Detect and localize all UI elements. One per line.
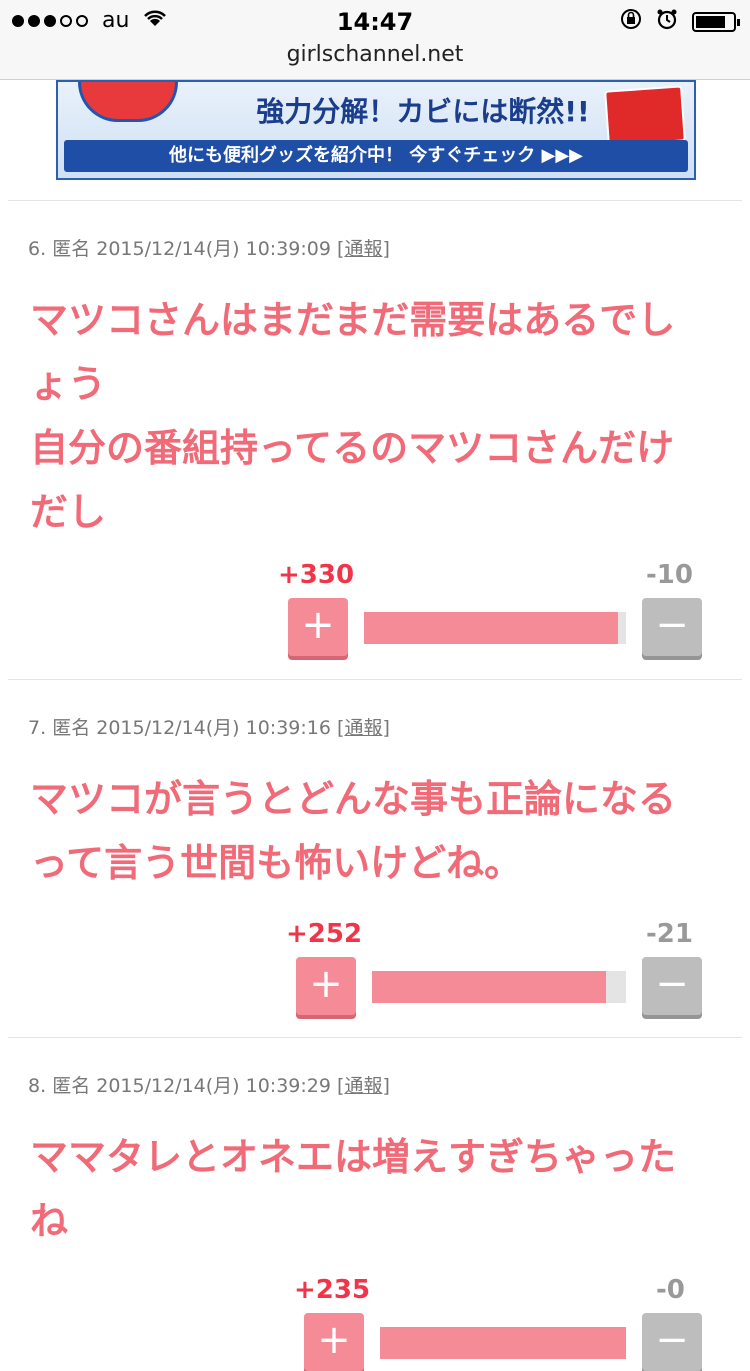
comment-author: 匿名 — [52, 238, 91, 260]
product-image — [604, 85, 686, 147]
address-bar-url[interactable]: girlschannel.net — [0, 42, 750, 67]
vote-ratio-bar — [380, 1327, 626, 1359]
minus-count: -21 — [646, 919, 693, 949]
vote-ratio-bar — [372, 971, 626, 1003]
comment-meta: 6. 匿名 2015/12/14(月) 10:39:09 [通報] — [28, 238, 390, 260]
comment-item: 6. 匿名 2015/12/14(月) 10:39:09 [通報] マツコさんは… — [0, 200, 750, 680]
plus-count: +252 — [286, 919, 363, 949]
banner-cta[interactable]: 他にも便利グッズを紹介中！ 今すぐチェック ▶▶▶ — [64, 140, 688, 172]
comment-number: 8. — [28, 1075, 47, 1097]
report-link[interactable]: 通報 — [344, 717, 382, 739]
comment-line: マツコが言うとどんな事も正論になる — [30, 777, 677, 821]
comment-line: 自分の番組持ってるのマツコさんだけ — [30, 426, 675, 470]
comment-author: 匿名 — [52, 1075, 91, 1097]
comment-datetime: 2015/12/14(月) 10:39:16 — [96, 717, 331, 739]
minus-count: -10 — [646, 560, 693, 590]
comment-item: 8. 匿名 2015/12/14(月) 10:39:29 [通報] ママタレとオ… — [0, 1037, 750, 1371]
comment-line: って言う世間も怖いけどね。 — [30, 841, 523, 885]
banner-headline: 強力分解！カビには断然!! — [256, 95, 590, 128]
plus-count: +330 — [278, 560, 355, 590]
plus-button[interactable]: + — [296, 957, 356, 1015]
comment-body: ママタレとオネエは増えすぎちゃった ね — [30, 1125, 720, 1253]
vote-ratio-fill — [372, 971, 606, 1003]
comment-number: 7. — [28, 717, 47, 739]
status-bar: au 14:47 girlschannel.net — [0, 0, 750, 80]
brand-logo — [78, 82, 178, 122]
comment-line: マツコさんはまだまだ需要はあるでし — [30, 298, 676, 342]
comment-line: だし — [30, 490, 107, 534]
comment-meta: 8. 匿名 2015/12/14(月) 10:39:29 [通報] — [28, 1075, 390, 1097]
vote-ratio-fill — [380, 1327, 626, 1359]
vote-ratio-fill — [364, 612, 619, 644]
rotation-lock-icon — [620, 8, 642, 35]
report-link[interactable]: 通報 — [344, 238, 382, 260]
status-icons — [620, 8, 740, 35]
comment-line: ね — [30, 1199, 69, 1243]
comment-body: マツコさんはまだまだ需要はあるでし ょう 自分の番組持ってるのマツコさんだけ だ… — [30, 288, 720, 544]
minus-count: -0 — [656, 1275, 685, 1305]
comment-body: マツコが言うとどんな事も正論になる って言う世間も怖いけどね。 — [30, 767, 720, 895]
plus-button[interactable]: + — [288, 598, 348, 656]
plus-count: +235 — [294, 1275, 371, 1305]
ad-banner[interactable]: 強力分解！カビには断然!! 他にも便利グッズを紹介中！ 今すぐチェック ▶▶▶ — [56, 80, 696, 180]
comment-line: ょう — [30, 362, 107, 406]
comment-number: 6. — [28, 238, 47, 260]
minus-button[interactable]: − — [642, 1313, 702, 1371]
comment-author: 匿名 — [52, 717, 91, 739]
vote-ratio-bar — [364, 612, 626, 644]
comment-datetime: 2015/12/14(月) 10:39:09 — [96, 238, 331, 260]
comment-datetime: 2015/12/14(月) 10:39:29 — [96, 1075, 331, 1097]
report-link[interactable]: 通報 — [344, 1075, 382, 1097]
minus-button[interactable]: − — [642, 957, 702, 1015]
plus-button[interactable]: + — [304, 1313, 364, 1371]
minus-button[interactable]: − — [642, 598, 702, 656]
comment-meta: 7. 匿名 2015/12/14(月) 10:39:16 [通報] — [28, 717, 390, 739]
comment-item: 7. 匿名 2015/12/14(月) 10:39:16 [通報] マツコが言う… — [0, 679, 750, 1037]
comment-line: ママタレとオネエは増えすぎちゃった — [30, 1135, 677, 1179]
battery-icon — [692, 11, 740, 32]
alarm-icon — [656, 8, 678, 35]
